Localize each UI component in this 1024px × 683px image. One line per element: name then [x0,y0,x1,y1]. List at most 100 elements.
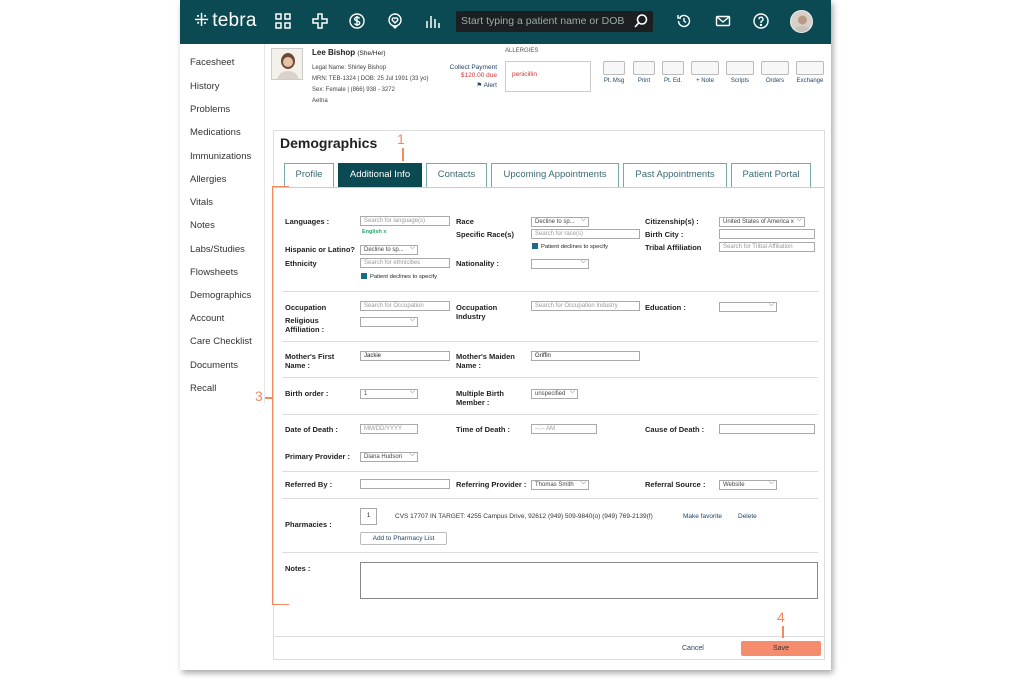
patient-name: Lee Bishop (She/Her) [312,48,386,57]
checkbox-checked-icon [532,243,538,249]
specific-race-label: Specific Race(s) [456,230,514,239]
cause-of-death-label: Cause of Death : [645,425,705,434]
exchange-button[interactable]: Exchange [793,61,827,84]
save-button[interactable]: Save [741,641,821,656]
sidebar-item-demographics[interactable]: Demographics [190,290,251,301]
race-select[interactable]: Decline to sp... [531,217,589,227]
specific-race-input[interactable]: Search for race(s) [531,229,640,239]
notes-textarea[interactable] [360,562,818,599]
patient-photo [271,48,303,80]
delete-pharmacy-link[interactable]: Delete [738,513,757,520]
sidebar-item-account[interactable]: Account [190,313,224,324]
scripts-button[interactable]: Scripts [724,61,756,84]
cause-of-death-input[interactable] [719,424,815,434]
sidebar-item-allergies[interactable]: Allergies [190,174,226,185]
referring-provider-label: Referring Provider : [456,480,527,489]
reports-chart-icon[interactable] [425,13,441,29]
orders-button[interactable]: Orders [759,61,791,84]
billing-dollar-icon[interactable] [349,13,365,29]
clipboard-icon [761,61,789,75]
sidebar-item-vitals[interactable]: Vitals [190,197,213,208]
mother-maiden-name-input[interactable]: Griffin [531,351,640,361]
book-icon [662,61,684,75]
sidebar-item-medications[interactable]: Medications [190,127,241,138]
education-label: Education : [645,303,686,312]
print-button[interactable]: Print [631,61,657,84]
primary-provider-select[interactable]: Diana Hudson [360,452,418,462]
sidebar-item-notes[interactable]: Notes [190,220,215,231]
messages-envelope-icon[interactable] [715,13,731,29]
date-of-death-input[interactable]: MM/DD/YYYY [360,424,418,434]
referred-by-input[interactable] [360,479,450,489]
callout-bracket-3 [272,186,289,605]
birth-city-input[interactable] [719,229,815,239]
occupation-input[interactable]: Search for Occupation [360,301,450,311]
tab-profile[interactable]: Profile [284,163,334,187]
languages-label: Languages : [285,217,330,226]
tab-contacts[interactable]: Contacts [426,163,487,187]
primary-provider-label: Primary Provider : [285,452,351,461]
engage-heart-icon[interactable] [387,13,403,29]
patient-education-button[interactable]: Pt. Ed. [659,61,687,84]
nationality-select[interactable] [531,259,589,269]
pharmacies-label: Pharmacies : [285,520,332,529]
dashboard-grid-icon[interactable] [275,13,291,29]
tab-additional-info[interactable]: Additional Info [338,163,422,187]
tab-past-appointments[interactable]: Past Appointments [623,163,727,187]
tebra-logo[interactable]: ⁜ tebra [194,10,257,32]
occupation-industry-input[interactable]: Search for Occupation Industry [531,301,640,311]
ethnicity-input[interactable]: Search for ethnicities [360,258,450,268]
tab-upcoming-appointments[interactable]: Upcoming Appointments [491,163,619,187]
multiple-birth-select[interactable]: unspecified [531,389,578,399]
education-select[interactable] [719,302,777,312]
sidebar-item-problems[interactable]: Problems [190,104,230,115]
referred-by-label: Referred By : [285,480,333,489]
tab-patient-portal[interactable]: Patient Portal [731,163,811,187]
time-of-death-input[interactable]: --:-- AM [531,424,597,434]
message-arrows-icon [603,61,625,75]
clinical-cross-icon[interactable] [312,13,328,29]
race-decline-checkbox[interactable]: Patient declines to specify [532,243,608,250]
history-clock-icon[interactable] [676,13,692,29]
sidebar-item-history[interactable]: History [190,81,220,92]
mother-first-name-input[interactable]: Jackie [360,351,450,361]
birth-order-select[interactable]: 1 [360,389,418,399]
sidebar-item-documents[interactable]: Documents [190,360,238,371]
search-icon[interactable] [633,13,649,29]
ethnicity-decline-checkbox[interactable]: Patient declines to specify [361,273,437,280]
allergies-box[interactable]: penicillin [505,61,591,92]
referring-provider-select[interactable]: Thomas Smith [531,480,589,490]
patient-sex-phone: Sex: Female | (866) 938 - 3272 [312,87,395,93]
help-question-icon[interactable] [753,13,769,29]
callout-number-3: 3 [255,388,263,404]
sidebar-item-labs-studies[interactable]: Labs/Studies [190,244,245,255]
pharmacy-priority-input[interactable]: 1 [360,508,377,525]
tribal-affiliation-input[interactable]: Search for Tribal Affiliation [719,242,815,252]
user-avatar[interactable] [790,10,813,33]
sidebar-item-care-checklist[interactable]: Care Checklist [190,336,252,347]
flag-icon: ⚑ [476,82,484,89]
exchange-icon [796,61,824,75]
languages-input[interactable]: Search for language(s) [360,216,450,226]
sidebar-item-facesheet[interactable]: Facesheet [190,57,234,68]
language-tag-english[interactable]: English x [362,229,386,235]
multiple-birth-label: Multiple Birth Member : [456,389,504,407]
patient-search-input[interactable]: Start typing a patient name or DOB [456,11,653,32]
patient-message-button[interactable]: Pt. Msg [598,61,630,84]
referral-source-select[interactable]: Website [719,480,777,490]
balance-due: $120.00 due [460,72,497,79]
cancel-button[interactable]: Cancel [682,645,704,652]
new-note-button[interactable]: + Note [689,61,721,84]
referral-source-label: Referral Source : [645,480,706,489]
make-favorite-link[interactable]: Make favorite [683,513,722,520]
hispanic-select[interactable]: Decline to sp... [360,245,418,255]
collect-payment-link[interactable]: Collect Payment [425,64,497,71]
religious-affiliation-select[interactable] [360,317,418,327]
mother-maiden-name-label: Mother's Maiden Name : [456,352,515,370]
sidebar-item-immunizations[interactable]: Immunizations [190,151,251,162]
alert-link[interactable]: ⚑ Alert [425,81,497,89]
sidebar-item-flowsheets[interactable]: Flowsheets [190,267,238,278]
sidebar-item-recall[interactable]: Recall [190,383,216,394]
add-to-pharmacy-list-button[interactable]: Add to Pharmacy List [360,532,447,545]
citizenship-select[interactable]: United States of America x [719,217,805,227]
